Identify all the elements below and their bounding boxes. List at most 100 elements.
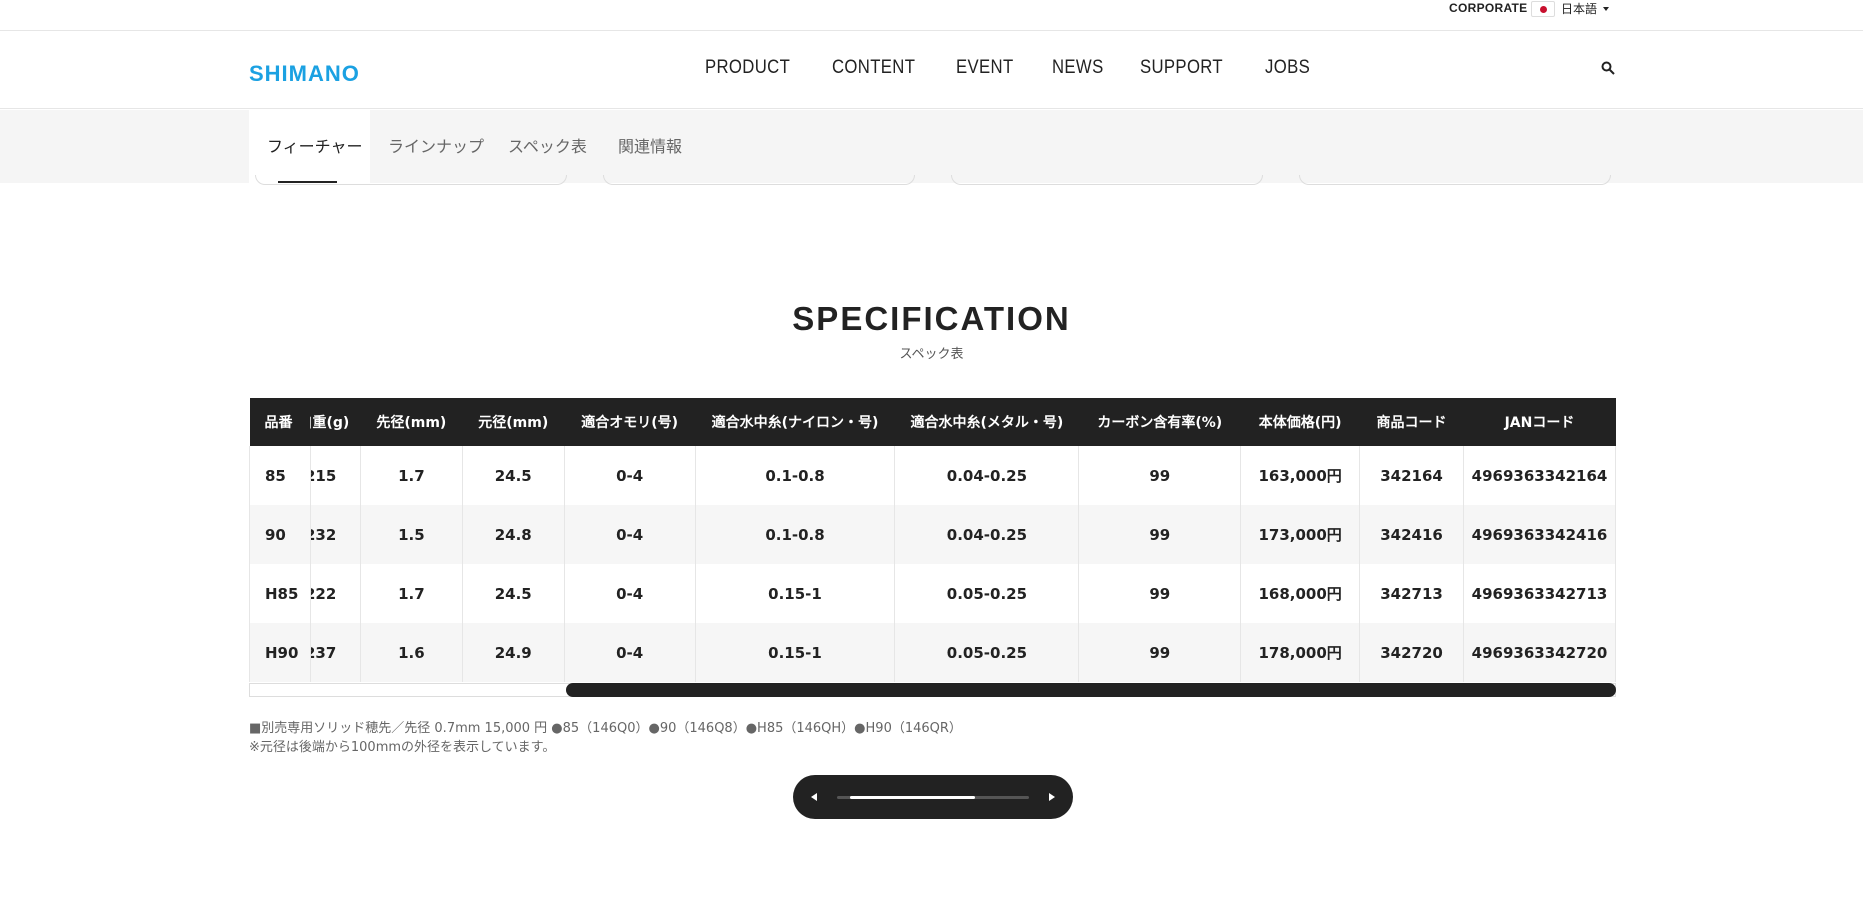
top-utility-bar: CORPORATE 日本語 [0,0,1863,31]
tab-features-label: フィーチャー [267,137,363,156]
table-cell: 1.5 [360,505,463,564]
table-cell: 342416 [1359,505,1464,564]
note-line: ■別売専用ソリッド穂先／先径 0.7mm 15,000 円 ●85（146Q0）… [249,721,962,736]
col-header: 元径(mm) [462,398,565,446]
table-cell: H90 [249,623,311,682]
slider-track[interactable] [837,796,1029,799]
tab-related-label: 関連情報 [618,137,683,156]
table-cell: 99 [1078,623,1242,682]
table-cell: 24.5 [462,446,565,505]
col-header: 適合オモリ(号) [564,398,696,446]
table-cell: 173,000円 [1240,505,1361,564]
tab-lineup[interactable]: ラインナップ [388,110,484,183]
table-cell: 24.9 [462,623,565,682]
language-selector[interactable]: 日本語 [1531,0,1610,17]
table-cell: 0.04-0.25 [894,505,1080,564]
main-header: SHIMANO PRODUCT CONTENT EVENT NEWS SUPPO… [0,31,1863,109]
table-cell: H85 [249,564,311,623]
table-cell: 222 [310,564,361,623]
arrow-left-icon[interactable] [811,793,817,801]
section-title: SPECIFICATION [792,300,1071,337]
table-cell: 0.15-1 [695,564,896,623]
table-row: 85 215 1.7 24.5 0-4 0.1-0.8 0.04-0.25 99… [249,446,1617,505]
table-cell: 342720 [1359,623,1464,682]
table-cell: 99 [1078,446,1242,505]
table-cell: 90 [249,505,311,564]
tab-related[interactable]: 関連情報 [618,110,682,183]
shimano-logo[interactable]: SHIMANO [249,61,360,87]
table-cell: 1.7 [360,564,463,623]
nav-news[interactable]: NEWS [1052,57,1104,79]
nav-support[interactable]: SUPPORT [1140,57,1223,79]
table-cell: 178,000円 [1240,623,1361,682]
table-cell: 168,000円 [1240,564,1361,623]
table-row: H85 222 1.7 24.5 0-4 0.15-1 0.05-0.25 99… [249,564,1617,623]
table-cell: 0.04-0.25 [894,446,1080,505]
table-row: 90 232 1.5 24.8 0-4 0.1-0.8 0.04-0.25 99… [249,505,1617,564]
table-cell: 163,000円 [1240,446,1361,505]
col-header: 商品コード [1359,398,1464,446]
spec-table: 品番 自重(g) 先径(mm) 元径(mm) 適合オモリ(号) 適合水中糸(ナイ… [249,398,1617,682]
spec-notes: ■別売専用ソリッド穂先／先径 0.7mm 15,000 円 ●85（146Q0）… [249,719,962,757]
table-cell: 1.7 [360,446,463,505]
table-scrollbar-thumb[interactable] [566,683,1616,697]
table-cell: 232 [310,505,361,564]
table-cell-text: 222 [310,584,337,603]
section-subtitle: スペック表 [899,347,964,362]
table-cell: 0.05-0.25 [894,564,1080,623]
table-cell: 4969363342416 [1463,505,1617,564]
slider-thumb[interactable] [849,796,975,799]
nav-jobs[interactable]: JOBS [1265,57,1310,79]
table-cell: 0.05-0.25 [894,623,1080,682]
table-cell: 0-4 [564,564,696,623]
spec-table-container[interactable]: 品番 自重(g) 先径(mm) 元径(mm) 適合オモリ(号) 適合水中糸(ナイ… [249,398,1617,698]
table-cell: 85 [249,446,311,505]
table-cell: 215 [310,446,361,505]
table-cell: 0.1-0.8 [695,446,896,505]
table-header-row: 品番 自重(g) 先径(mm) 元径(mm) 適合オモリ(号) 適合水中糸(ナイ… [249,398,1616,446]
tab-features[interactable]: フィーチャー [249,110,370,183]
nav-content[interactable]: CONTENT [832,57,915,79]
table-cell: 4969363342713 [1463,564,1617,623]
search-icon[interactable] [1601,61,1615,75]
table-cell-text: 237 [310,643,337,662]
table-cell: 342164 [1359,446,1464,505]
corporate-link[interactable]: CORPORATE [1449,0,1527,17]
col-header: 適合水中糸(メタル・号) [894,398,1079,446]
col-header: 本体価格(円) [1240,398,1360,446]
tab-spec-label: スペック表 [508,137,587,156]
col-header-label: 自重(g) [310,415,350,431]
table-cell: 1.6 [360,623,463,682]
col-header: 品番 [249,398,311,446]
language-label: 日本語 [1561,2,1598,16]
table-cell: 0-4 [564,623,696,682]
tab-spec[interactable]: スペック表 [508,110,587,183]
tab-lineup-label: ラインナップ [388,137,485,156]
col-header: 自重(g) [310,398,361,446]
scroll-slider-control[interactable] [793,775,1073,819]
table-cell: 0.1-0.8 [695,505,896,564]
product-subnav: フィーチャー ラインナップ スペック表 関連情報 [0,110,1863,183]
active-tab-underline [278,181,337,183]
table-cell: 99 [1078,505,1242,564]
arrow-right-icon[interactable] [1049,793,1055,801]
table-cell: 342713 [1359,564,1464,623]
nav-event[interactable]: EVENT [956,57,1014,79]
note-line: ※元径は後端から100mmの外径を表示しています。 [249,740,556,755]
col-header: カーボン含有率(%) [1078,398,1241,446]
col-header: 適合水中糸(ナイロン・号) [695,398,895,446]
japan-flag-icon [1531,0,1555,17]
table-cell-text: 215 [310,466,337,485]
col-header: JANコード [1463,398,1616,446]
table-row: H90 237 1.6 24.9 0-4 0.15-1 0.05-0.25 99… [249,623,1617,682]
table-cell: 24.5 [462,564,565,623]
table-cell-text: 232 [310,525,337,544]
table-cell: 4969363342164 [1463,446,1617,505]
table-cell: 0.15-1 [695,623,896,682]
col-header: 先径(mm) [360,398,463,446]
caret-down-icon [1603,6,1610,11]
table-cell: 99 [1078,564,1242,623]
table-cell: 0-4 [564,446,696,505]
nav-product[interactable]: PRODUCT [705,57,790,79]
table-cell: 4969363342720 [1463,623,1617,682]
